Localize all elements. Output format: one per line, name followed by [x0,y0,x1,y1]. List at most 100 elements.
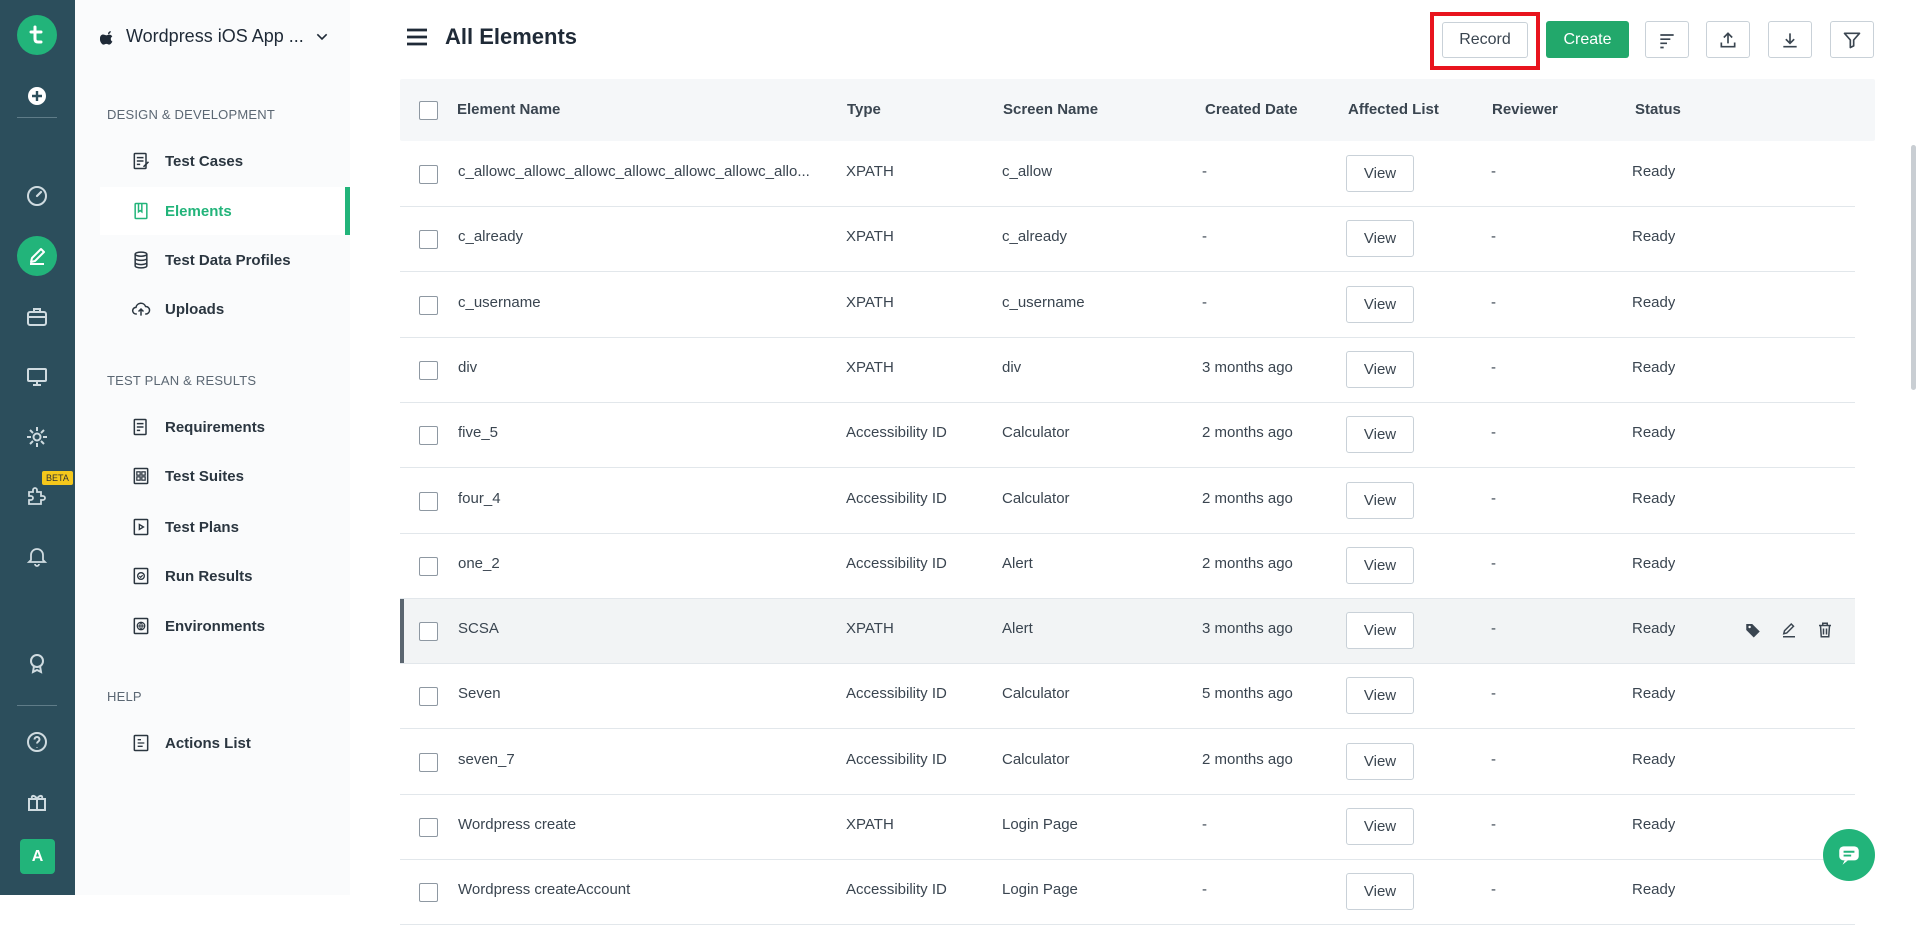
element-name-cell[interactable]: c_username [458,294,813,311]
view-affected-list-button[interactable]: View [1346,677,1414,714]
view-affected-list-button[interactable]: View [1346,155,1414,192]
element-name-cell[interactable]: c_already [458,228,813,245]
table-row[interactable]: Wordpress create XPATH Login Page - View… [400,795,1855,860]
table-row[interactable]: c_allowc_allowc_allowc_allowc_allowc_all… [400,142,1855,207]
row-checkbox[interactable] [419,165,438,184]
element-name-cell[interactable]: Seven [458,685,813,702]
table-row[interactable]: seven_7 Accessibility ID Calculator 2 mo… [400,730,1855,795]
sort-button[interactable] [1645,21,1689,58]
chat-support-button[interactable] [1823,829,1875,881]
table-row[interactable]: Seven Accessibility ID Calculator 5 mont… [400,664,1855,729]
testsigma-logo-icon[interactable] [17,15,57,55]
table-row[interactable]: one_2 Accessibility ID Alert 2 months ag… [400,534,1855,599]
row-actions [1742,619,1836,641]
filter-button[interactable] [1830,21,1874,58]
screen-name-cell: Login Page [1002,816,1078,833]
sidebar-item-label: Uploads [165,300,225,318]
row-checkbox[interactable] [419,622,438,641]
table-row[interactable]: Wordpress createAccount Accessibility ID… [400,860,1855,925]
column-header-element-name[interactable]: Element Name [457,101,560,118]
element-name-cell[interactable]: Wordpress createAccount [458,881,813,898]
sidebar-item-run-results[interactable]: Run Results [100,552,350,600]
reviewer-cell: - [1491,555,1496,572]
notifications-bell-icon[interactable] [17,536,57,576]
record-button[interactable]: Record [1442,22,1528,58]
sidebar-item-actions-list[interactable]: Actions List [100,719,350,767]
element-name-cell[interactable]: seven_7 [458,751,813,768]
add-icon[interactable] [17,76,57,116]
sidebar-item-environments[interactable]: Environments [100,602,350,650]
row-checkbox[interactable] [419,230,438,249]
view-affected-list-button[interactable]: View [1346,743,1414,780]
element-name-cell[interactable]: SCSA [458,620,813,637]
chat-icon [1839,846,1859,865]
gift-icon[interactable] [17,782,57,822]
sidebar-item-uploads[interactable]: Uploads [100,285,350,333]
briefcase-icon[interactable] [17,297,57,337]
row-checkbox[interactable] [419,426,438,445]
sidebar-item-label: Test Suites [165,467,244,485]
tag-icon[interactable] [1742,619,1764,641]
screen-name-cell: Calculator [1002,751,1070,768]
row-checkbox[interactable] [419,492,438,511]
table-row[interactable]: five_5 Accessibility ID Calculator 2 mon… [400,403,1855,468]
view-affected-list-button[interactable]: View [1346,286,1414,323]
column-header-type[interactable]: Type [847,101,881,118]
sidebar-item-test-data-profiles[interactable]: Test Data Profiles [100,236,350,284]
row-checkbox[interactable] [419,557,438,576]
edit-icon[interactable] [1778,619,1800,641]
view-affected-list-button[interactable]: View [1346,873,1414,910]
view-affected-list-button[interactable]: View [1346,416,1414,453]
view-affected-list-button[interactable]: View [1346,612,1414,649]
row-checkbox[interactable] [419,883,438,902]
row-checkbox[interactable] [419,361,438,380]
sidebar-item-test-plans[interactable]: Test Plans [100,503,350,551]
element-name-cell[interactable]: div [458,359,813,376]
user-avatar[interactable]: A [20,839,55,874]
badge-award-icon[interactable] [17,643,57,683]
view-affected-list-button[interactable]: View [1346,808,1414,845]
delete-icon[interactable] [1814,619,1836,641]
table-row[interactable]: div XPATH div 3 months ago View - Ready [400,338,1855,403]
screen-name-cell: c_username [1002,294,1085,311]
scrollbar[interactable] [1911,145,1916,390]
sidebar-item-requirements[interactable]: Requirements [100,403,350,451]
element-name-cell[interactable]: c_allowc_allowc_allowc_allowc_allowc_all… [458,163,813,180]
screen-name-cell: Login Page [1002,881,1078,898]
hamburger-menu-icon[interactable] [405,25,429,49]
sidebar-item-test-cases[interactable]: Test Cases [100,137,350,185]
view-affected-list-button[interactable]: View [1346,351,1414,388]
create-tests-icon[interactable] [17,236,57,276]
import-button[interactable] [1706,21,1750,58]
sidebar-item-label: Elements [165,202,232,220]
select-all-checkbox[interactable] [419,101,438,120]
table-row[interactable]: SCSA XPATH Alert 3 months ago View - Rea… [400,599,1855,664]
element-name-cell[interactable]: one_2 [458,555,813,572]
element-name-cell[interactable]: four_4 [458,490,813,507]
column-header-screen-name[interactable]: Screen Name [1003,101,1098,118]
sidebar-item-elements[interactable]: Elements [100,187,350,235]
element-name-cell[interactable]: Wordpress create [458,816,813,833]
row-checkbox[interactable] [419,753,438,772]
help-icon[interactable] [17,722,57,762]
export-button[interactable] [1768,21,1812,58]
table-row[interactable]: c_already XPATH c_already - View - Ready [400,207,1855,272]
view-affected-list-button[interactable]: View [1346,547,1414,584]
element-name-cell[interactable]: five_5 [458,424,813,441]
row-checkbox[interactable] [419,687,438,706]
status-cell: Ready [1632,424,1676,441]
settings-icon[interactable] [17,417,57,457]
create-button[interactable]: Create [1546,21,1629,58]
row-checkbox[interactable] [419,296,438,315]
created-date-cell: 2 months ago [1202,555,1293,572]
dashboard-icon[interactable] [17,176,57,216]
sidebar-item-test-suites[interactable]: Test Suites [100,452,350,500]
table-row[interactable]: four_4 Accessibility ID Calculator 2 mon… [400,469,1855,534]
project-selector[interactable]: Wordpress iOS App ... [100,26,330,47]
row-checkbox[interactable] [419,818,438,837]
column-header-created-date[interactable]: Created Date [1205,101,1298,118]
table-row[interactable]: c_username XPATH c_username - View - Rea… [400,273,1855,338]
view-affected-list-button[interactable]: View [1346,482,1414,519]
monitor-icon[interactable] [17,357,57,397]
view-affected-list-button[interactable]: View [1346,220,1414,257]
